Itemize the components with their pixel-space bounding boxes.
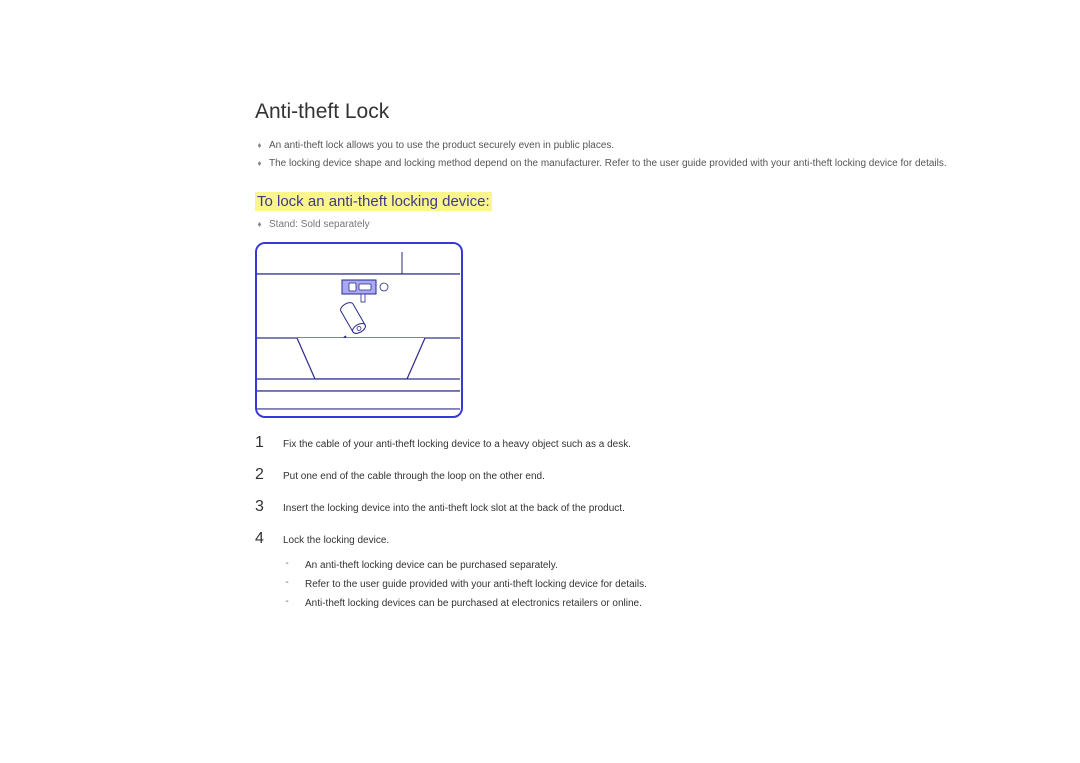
- step-number: 4: [255, 530, 265, 548]
- step-text: Insert the locking device into the anti-…: [283, 501, 625, 516]
- stand-note: Stand: Sold separately: [255, 219, 1030, 230]
- page-title: Anti-theft Lock: [255, 100, 1030, 124]
- sub-note-text: Anti-theft locking devices can be purcha…: [305, 596, 642, 611]
- step-number: 1: [255, 434, 265, 452]
- dash-icon: -: [283, 596, 291, 611]
- step-text: Fix the cable of your anti-theft locking…: [283, 437, 631, 452]
- lock-diagram: [255, 242, 463, 418]
- dash-icon: -: [283, 558, 291, 573]
- intro-item: The locking device shape and locking met…: [255, 156, 1030, 172]
- section-heading: To lock an anti-theft locking device:: [255, 192, 492, 211]
- step-text: Put one end of the cable through the loo…: [283, 469, 545, 484]
- sub-notes: - An anti-theft locking device can be pu…: [283, 558, 1030, 611]
- dash-icon: -: [283, 577, 291, 592]
- lock-diagram-svg: [257, 244, 460, 415]
- step-number: 2: [255, 466, 265, 484]
- sub-note-item: - Anti-theft locking devices can be purc…: [283, 596, 1030, 611]
- sub-note-item: - Refer to the user guide provided with …: [283, 577, 1030, 592]
- step-item: 3 Insert the locking device into the ant…: [255, 498, 1030, 516]
- step-text: Lock the locking device.: [283, 533, 389, 548]
- sub-note-item: - An anti-theft locking device can be pu…: [283, 558, 1030, 573]
- step-item: 1 Fix the cable of your anti-theft locki…: [255, 434, 1030, 452]
- sub-note-text: An anti-theft locking device can be purc…: [305, 558, 558, 573]
- intro-item: An anti-theft lock allows you to use the…: [255, 138, 1030, 154]
- steps-list: 1 Fix the cable of your anti-theft locki…: [255, 434, 1030, 548]
- step-item: 4 Lock the locking device.: [255, 530, 1030, 548]
- sub-note-text: Refer to the user guide provided with yo…: [305, 577, 647, 592]
- step-item: 2 Put one end of the cable through the l…: [255, 466, 1030, 484]
- stand-note-list: Stand: Sold separately: [255, 219, 1030, 230]
- step-number: 3: [255, 498, 265, 516]
- intro-list: An anti-theft lock allows you to use the…: [255, 138, 1030, 172]
